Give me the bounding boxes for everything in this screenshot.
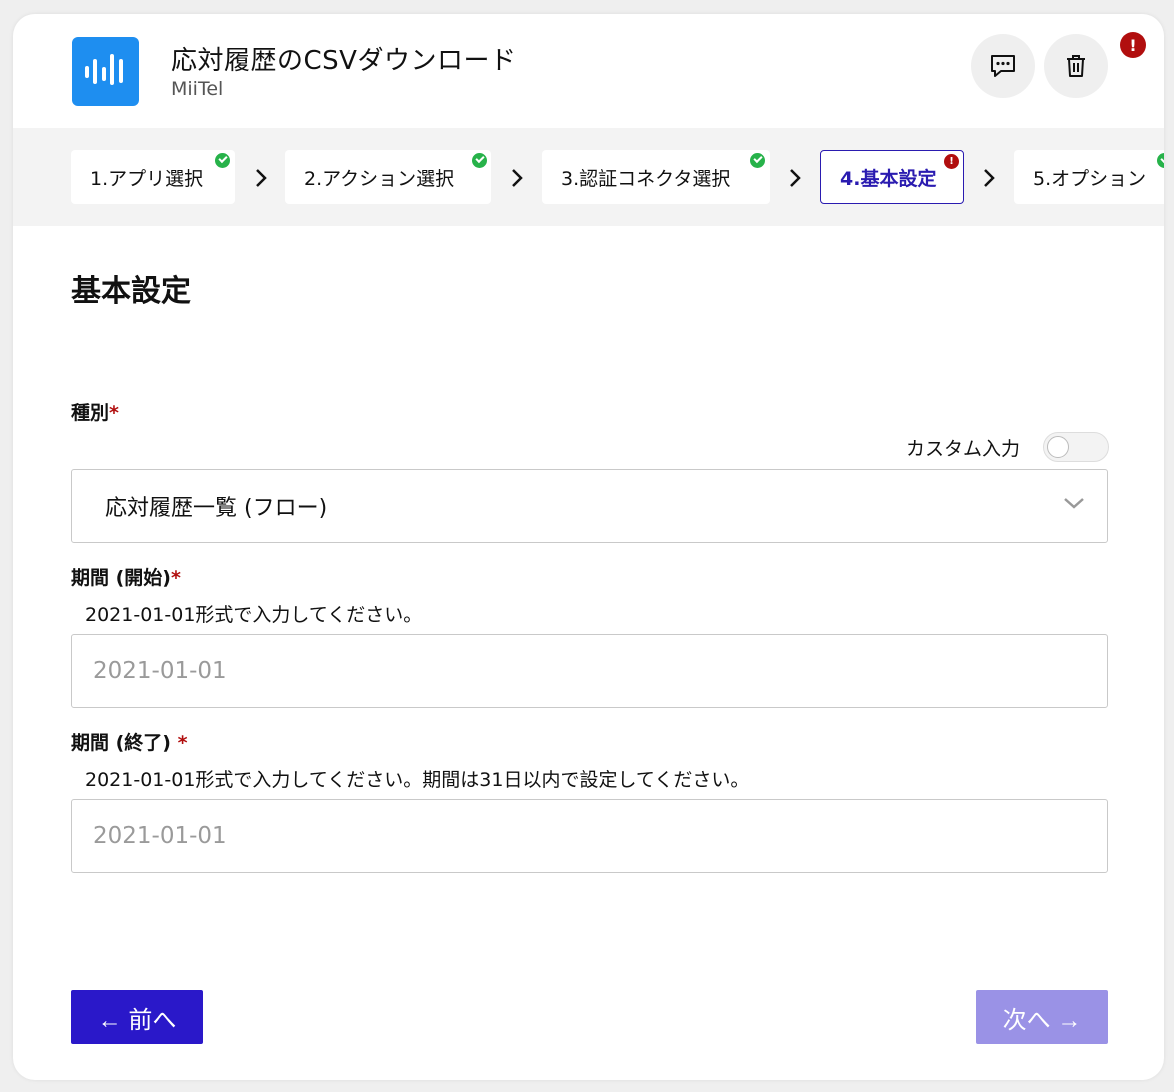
main-card: 応対履歴のCSVダウンロード MiiTel ! 1.アプリ選択 2.アクション選… [13,14,1164,1080]
end-date-label: 期間 (終了) * [71,732,188,754]
step-label: 3.認証コネクタ選択 [561,167,731,190]
error-icon: ! [944,154,959,169]
step-options[interactable]: 5.オプション [1014,150,1164,204]
type-select-value: 応対履歴一覧 (フロー) [105,496,328,521]
chevron-right-icon [512,169,523,187]
start-date-label: 期間 (開始)* [71,567,181,589]
trash-icon [1067,55,1085,77]
app-name: MiiTel [171,78,224,100]
custom-input-toggle[interactable] [1043,432,1109,462]
required-mark: * [109,402,119,424]
end-date-hint: 2021-01-01形式で入力してください。期間は31日以内で設定してください。 [85,769,750,791]
comment-icon [991,55,1015,77]
step-label: 2.アクション選択 [304,167,455,190]
end-date-input[interactable] [71,799,1108,873]
step-app-select[interactable]: 1.アプリ選択 [71,150,235,204]
step-navigation: 1.アプリ選択 2.アクション選択 3.認証コネクタ選択 4.基本設定 ! 5.… [13,128,1164,226]
audio-wave-icon [72,37,139,106]
type-field-label: 種別* [71,402,119,424]
custom-input-label: カスタム入力 [906,438,1021,460]
start-date-input[interactable] [71,634,1108,708]
check-icon [215,153,230,168]
comment-button[interactable] [971,34,1035,98]
prev-button[interactable]: ← 前へ [71,990,203,1044]
step-label: 4.基本設定 [840,167,937,190]
step-basic-settings[interactable]: 4.基本設定 ! [820,150,964,204]
check-icon [750,153,765,168]
required-mark: * [177,732,188,754]
header: 応対履歴のCSVダウンロード MiiTel ! [13,14,1164,128]
chevron-right-icon [790,169,801,187]
check-icon [472,153,487,168]
chevron-right-icon [256,169,267,187]
next-button[interactable]: 次へ → [976,990,1108,1044]
check-icon [1157,153,1164,168]
step-connector-select[interactable]: 3.認証コネクタ選択 [542,150,770,204]
section-title: 基本設定 [71,274,191,309]
toggle-knob [1047,436,1069,458]
alert-badge: ! [1120,32,1146,58]
start-date-hint: 2021-01-01形式で入力してください。 [85,604,423,626]
type-select[interactable]: 応対履歴一覧 (フロー) [71,469,1108,543]
step-label: 1.アプリ選択 [90,167,204,190]
step-action-select[interactable]: 2.アクション選択 [285,150,491,204]
step-label: 5.オプション [1033,167,1147,190]
required-mark: * [170,567,181,589]
chevron-right-icon [984,169,995,187]
delete-button[interactable] [1044,34,1108,98]
chevron-down-icon [1064,498,1084,509]
page-title: 応対履歴のCSVダウンロード [171,46,517,76]
